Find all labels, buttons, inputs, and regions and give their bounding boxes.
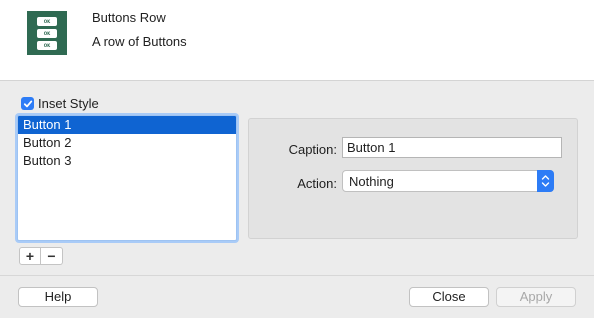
add-button[interactable]: + [19, 247, 41, 265]
dialog-header: OK OK OK Buttons Row A row of Buttons [0, 0, 594, 81]
checkbox-checked-icon[interactable] [21, 97, 34, 110]
chevron-up-down-icon[interactable] [537, 170, 554, 192]
footer-divider [0, 275, 594, 276]
action-select[interactable]: Nothing [342, 170, 554, 192]
remove-button[interactable]: − [41, 247, 63, 265]
apply-button[interactable]: Apply [496, 287, 576, 307]
icon-ok-button-2: OK [37, 29, 57, 38]
help-button[interactable]: Help [18, 287, 98, 307]
button-detail-panel: Caption: Action: Nothing [248, 118, 578, 239]
caption-label: Caption: [288, 142, 337, 157]
buttons-row-dialog: OK OK OK Buttons Row A row of Buttons In… [0, 0, 594, 318]
close-button[interactable]: Close [409, 287, 489, 307]
icon-ok-button-1: OK [37, 17, 57, 26]
caption-input[interactable] [342, 137, 562, 158]
action-selected-value: Nothing [349, 173, 394, 189]
dialog-title: Buttons Row [92, 10, 166, 25]
list-item-button-2[interactable]: Button 2 [18, 134, 236, 152]
buttons-list[interactable]: Button 1 Button 2 Button 3 [17, 115, 237, 241]
icon-ok-button-3: OK [37, 41, 57, 50]
inset-style-checkbox[interactable]: Inset Style [21, 96, 99, 111]
dialog-subtitle: A row of Buttons [92, 34, 187, 49]
list-item-button-1[interactable]: Button 1 [18, 116, 236, 134]
list-add-remove-controls: + − [19, 247, 63, 265]
list-item-button-3[interactable]: Button 3 [18, 152, 236, 170]
inset-style-label: Inset Style [38, 96, 99, 111]
buttons-row-icon: OK OK OK [27, 11, 67, 55]
action-label: Action: [297, 176, 337, 191]
